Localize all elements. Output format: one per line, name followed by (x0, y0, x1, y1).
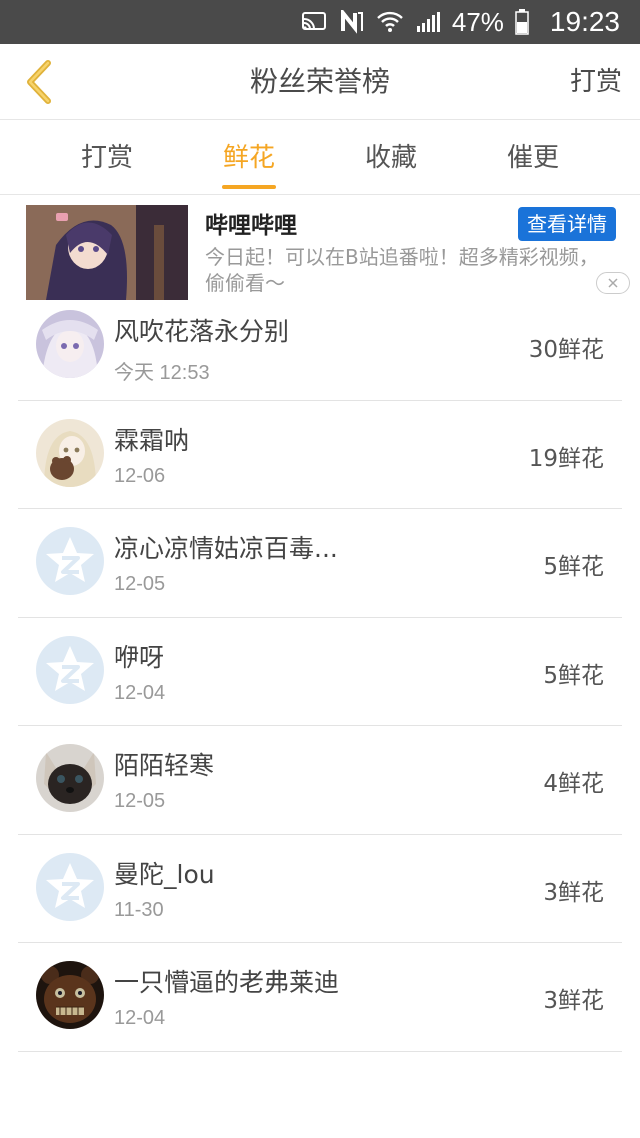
list-item[interactable]: 凉心凉情姑凉百毒... 12-05 5鲜花 (18, 509, 622, 618)
view-details-button[interactable]: 查看详情 (518, 207, 616, 241)
default-avatar[interactable] (36, 527, 104, 595)
avatar[interactable] (36, 961, 104, 1029)
user-name: 曼陀_lou (114, 859, 215, 889)
timestamp: 12-04 (114, 681, 166, 704)
user-name: 凉心凉情姑凉百毒... (114, 534, 338, 563)
list-item[interactable]: 曼陀_lou 11-30 3鲜花 (18, 835, 622, 943)
user-name: 咿呀 (114, 642, 165, 672)
close-icon (608, 278, 618, 288)
clock: 19:23 (549, 6, 620, 37)
list-item[interactable]: 霖霜呐 12-06 19鲜花 (18, 401, 622, 509)
battery-icon (514, 9, 530, 35)
tab-urge-update[interactable]: 催更 (463, 121, 603, 195)
status-icons: 47% 19:23 (300, 0, 620, 44)
ad-description: 今日起！可以在B站追番啦！超多精彩视频，偷偷看〜 (205, 245, 599, 295)
nfc-icon (338, 10, 366, 34)
flower-count: 5鲜花 (543, 662, 604, 689)
user-name: 陌陌轻寒 (114, 751, 215, 780)
list-item[interactable]: 咿呀 12-04 5鲜花 (18, 618, 622, 726)
list-item[interactable]: 一只懵逼的老弗莱迪 12-04 3鲜花 (18, 943, 622, 1052)
battery-percent: 47% (451, 6, 504, 37)
flower-count: 30鲜花 (528, 337, 604, 363)
timestamp: 11-30 (114, 898, 164, 921)
tab-reward[interactable]: 打赏 (37, 121, 177, 195)
flower-count: 3鲜花 (543, 988, 604, 1014)
list-item[interactable]: 风吹花落永分别 今天 12:53 30鲜花 (18, 292, 622, 401)
avatar[interactable] (36, 418, 104, 487)
active-tab-indicator (222, 185, 276, 189)
timestamp: 12-05 (114, 790, 166, 812)
back-button[interactable] (14, 54, 64, 110)
ad-title: 哔哩哔哩 (205, 213, 297, 239)
chevron-left-icon (27, 60, 51, 104)
user-name: 风吹花落永分别 (114, 317, 290, 346)
timestamp: 今天 12:53 (114, 362, 210, 384)
reward-button[interactable]: 打赏 (570, 44, 622, 120)
user-name: 一只懵逼的老弗莱迪 (114, 968, 340, 997)
app-header: 粉丝荣誉榜 打赏 (0, 44, 640, 120)
ad-banner[interactable]: 哔哩哔哩 今日起！可以在B站追番啦！超多精彩视频，偷偷看〜 查看详情 (0, 196, 640, 302)
flower-count: 5鲜花 (543, 554, 604, 580)
timestamp: 12-04 (114, 1007, 166, 1029)
default-avatar[interactable] (36, 635, 104, 704)
timestamp: 12-05 (114, 573, 166, 595)
flower-count: 3鲜花 (543, 879, 604, 906)
signal-icon (414, 10, 442, 34)
avatar[interactable] (36, 310, 104, 378)
flower-count: 19鲜花 (528, 445, 604, 472)
cast-icon (300, 10, 328, 34)
tab-collect[interactable]: 收藏 (321, 121, 461, 195)
ad-image (26, 205, 188, 300)
wifi-icon (376, 10, 404, 34)
tab-bar: 打赏 鲜花 收藏 催更 (0, 121, 640, 195)
list-item[interactable]: 陌陌轻寒 12-05 4鲜花 (18, 726, 622, 835)
page-title: 粉丝荣誉榜 (249, 65, 390, 98)
flower-count: 4鲜花 (543, 771, 604, 797)
default-avatar[interactable] (36, 852, 104, 921)
status-bar: 47% 19:23 (0, 0, 640, 44)
user-name: 霖霜呐 (114, 425, 190, 455)
tab-flowers[interactable]: 鲜花 (179, 121, 319, 195)
fan-rank-list: 风吹花落永分别 今天 12:53 30鲜花 霖霜呐 12-06 19鲜花 凉心凉… (18, 292, 622, 1052)
timestamp: 12-06 (114, 464, 166, 487)
ad-close-button[interactable] (596, 272, 630, 294)
avatar[interactable] (36, 744, 104, 812)
